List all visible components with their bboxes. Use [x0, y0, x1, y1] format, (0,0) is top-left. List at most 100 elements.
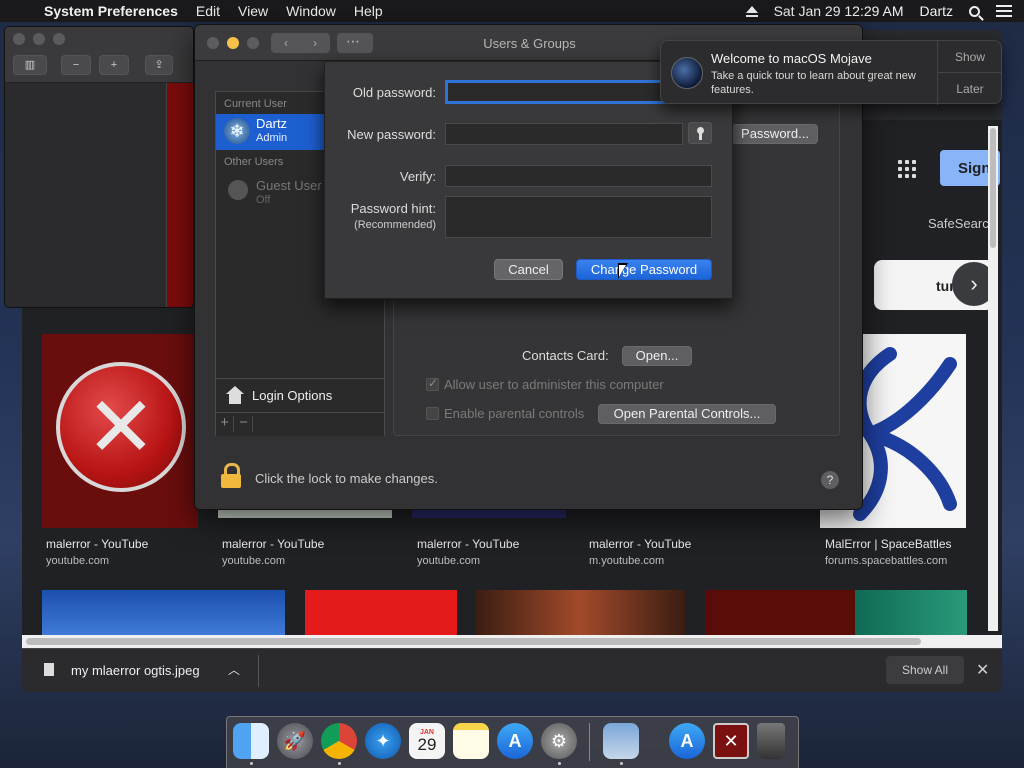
show-all-button[interactable]: Show All — [886, 656, 964, 684]
download-file-name[interactable]: my mlaerror ogtis.jpeg — [71, 663, 200, 678]
result-source: m.youtube.com — [589, 555, 665, 567]
notes-icon[interactable] — [453, 723, 489, 759]
verify-field[interactable] — [445, 165, 712, 187]
change-password-button[interactable]: Password... — [732, 124, 818, 144]
chrome-icon[interactable] — [321, 723, 357, 759]
calendar-icon[interactable]: JAN 29 — [409, 723, 445, 759]
safari-icon[interactable]: ✦ — [365, 723, 401, 759]
chevron-up-icon[interactable]: ︿ — [228, 661, 240, 678]
preview-icon[interactable] — [603, 723, 639, 759]
menu-help[interactable]: Help — [354, 3, 383, 19]
result-thumbnail[interactable] — [412, 510, 566, 518]
eject-icon[interactable] — [745, 5, 758, 17]
vertical-scrollbar[interactable] — [988, 126, 998, 631]
downloads-folder-icon[interactable]: A — [669, 723, 705, 759]
horizontal-scrollbar[interactable] — [22, 635, 1002, 648]
later-button[interactable]: Later — [938, 73, 1002, 105]
google-apps-icon[interactable] — [898, 160, 916, 178]
result-title[interactable]: malerror - YouTube — [417, 537, 519, 551]
result-source: youtube.com — [417, 555, 480, 567]
allow-admin-label: Allow user to administer this computer — [444, 377, 664, 392]
close-icon[interactable]: ✕ — [976, 660, 989, 680]
system-preferences-icon[interactable]: ⚙ — [541, 723, 577, 759]
snowflake-avatar-icon: ❄ — [224, 118, 250, 144]
result-title[interactable]: malerror - YouTube — [589, 537, 691, 551]
guest-user-status: Off — [256, 194, 271, 206]
preview-window: ▥ − + ⇪ — [4, 26, 194, 308]
menu-window[interactable]: Window — [286, 3, 336, 19]
launchpad-icon[interactable]: 🚀 — [277, 723, 313, 759]
login-options-row[interactable]: Login Options — [216, 378, 384, 412]
zoom-window-button[interactable] — [53, 33, 65, 45]
guest-user-name[interactable]: Guest User — [256, 178, 322, 193]
running-indicator — [250, 762, 253, 765]
finder-icon[interactable] — [233, 723, 269, 759]
error-x-icon: ✕ — [56, 362, 186, 492]
password-hint-label: Password hint: — [350, 201, 436, 216]
menu-view[interactable]: View — [238, 3, 268, 19]
mojave-notification[interactable]: Welcome to macOS Mojave Take a quick tou… — [660, 40, 1002, 105]
old-password-label: Old password: — [352, 85, 436, 100]
open-parental-controls-button[interactable]: Open Parental Controls... — [598, 404, 776, 424]
current-user-header: Current User — [224, 98, 287, 110]
app-menu[interactable]: System Preferences — [44, 3, 178, 19]
result-thumbnail[interactable]: ✕ — [42, 334, 198, 528]
result-source: forums.spacebattles.com — [825, 555, 948, 567]
sidebar-toggle-icon[interactable]: ▥ — [13, 55, 47, 75]
lock-icon[interactable] — [221, 463, 241, 488]
dock-separator — [589, 723, 590, 761]
spotlight-search-icon[interactable] — [969, 5, 980, 17]
show-button[interactable]: Show — [938, 41, 1002, 73]
notification-center-icon[interactable] — [996, 5, 1012, 17]
parental-controls-label: Enable parental controls — [444, 406, 585, 421]
login-options-label: Login Options — [252, 388, 333, 403]
result-title[interactable]: malerror - YouTube — [222, 537, 324, 551]
parental-controls-checkbox[interactable] — [426, 407, 439, 420]
result-thumbnail[interactable] — [855, 590, 967, 635]
app-store-icon[interactable]: A — [497, 723, 533, 759]
zoom-out-icon[interactable]: − — [61, 55, 91, 75]
new-password-label: New password: — [347, 127, 436, 142]
menu-bar: System Preferences Edit View Window Help… — [0, 0, 1024, 22]
share-icon[interactable]: ⇪ — [145, 55, 173, 75]
zoom-in-icon[interactable]: + — [99, 55, 129, 75]
trash-icon[interactable] — [757, 723, 785, 759]
add-user-button[interactable]: + — [216, 415, 234, 432]
verify-label: Verify: — [399, 169, 436, 184]
menubar-user[interactable]: Dartz — [920, 3, 953, 19]
result-thumbnail[interactable] — [218, 510, 392, 518]
password-hint-sublabel: (Recommended) — [354, 219, 436, 231]
change-password-confirm-button[interactable]: Change Password — [576, 259, 712, 280]
house-icon — [226, 386, 244, 404]
contacts-card-label: Contacts Card: — [522, 348, 609, 363]
remove-user-button[interactable]: − — [235, 415, 253, 432]
malerror-image-icon[interactable]: ✕ — [713, 723, 749, 759]
preview-sidebar — [5, 83, 167, 307]
open-contacts-button[interactable]: Open... — [622, 346, 692, 366]
menu-edit[interactable]: Edit — [196, 3, 220, 19]
password-hint-field[interactable] — [445, 196, 712, 238]
minimize-window-button[interactable] — [33, 33, 45, 45]
close-window-button[interactable] — [13, 33, 25, 45]
result-title[interactable]: MalError | SpaceBattles — [825, 537, 952, 551]
result-thumbnail[interactable] — [475, 590, 685, 635]
running-indicator — [338, 762, 341, 765]
help-icon[interactable]: ? — [821, 471, 839, 489]
old-password-field[interactable] — [445, 80, 665, 104]
result-thumbnail[interactable] — [42, 590, 285, 635]
cancel-button[interactable]: Cancel — [494, 259, 563, 280]
user-row-dartz[interactable]: ❄ Dartz Admin — [216, 114, 324, 150]
user-name: Dartz — [256, 116, 288, 131]
guest-avatar-icon — [228, 180, 248, 200]
result-title[interactable]: malerror - YouTube — [46, 537, 148, 551]
new-password-field[interactable] — [445, 123, 683, 145]
password-assistant-key-icon[interactable] — [688, 122, 712, 144]
preview-image — [167, 83, 193, 307]
result-thumbnail[interactable] — [305, 590, 457, 635]
preview-toolbar: ▥ − + ⇪ — [5, 27, 193, 83]
result-thumbnail[interactable] — [705, 590, 855, 635]
allow-admin-checkbox[interactable] — [426, 376, 439, 391]
safesearch-link[interactable]: SafeSearch — [928, 216, 996, 231]
menubar-clock[interactable]: Sat Jan 29 12:29 AM — [774, 3, 904, 19]
running-indicator — [620, 762, 623, 765]
